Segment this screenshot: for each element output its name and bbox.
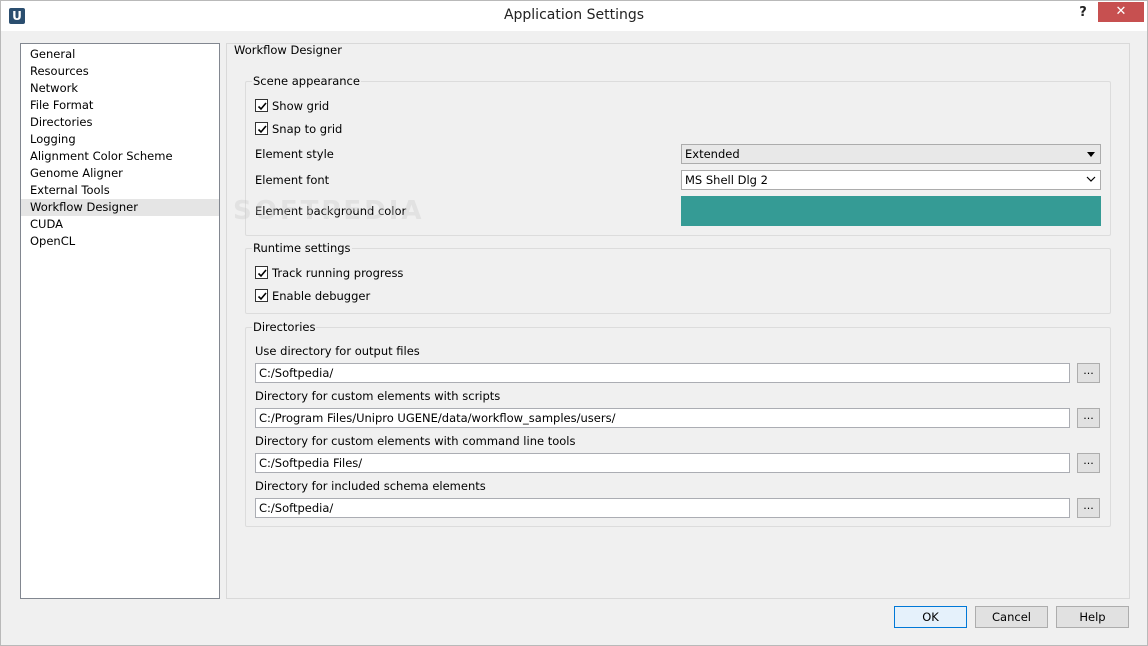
scripts-dir-input[interactable]: C:/Program Files/Unipro UGENE/data/workf… (255, 408, 1070, 428)
help-button[interactable]: Help (1056, 606, 1129, 628)
chevron-down-icon (1086, 174, 1096, 188)
output-dir-input[interactable]: C:/Softpedia/ (255, 363, 1070, 383)
element-font-select[interactable]: MS Shell Dlg 2 (681, 170, 1101, 190)
nav-item-network[interactable]: Network (21, 80, 219, 97)
panel-title: Workflow Designer (234, 43, 342, 57)
output-dir-browse-button[interactable]: ... (1077, 363, 1100, 383)
nav-item-logging[interactable]: Logging (21, 131, 219, 148)
show-grid-label: Show grid (272, 99, 330, 113)
help-icon[interactable]: ? (1073, 3, 1093, 23)
nav-item-external-tools[interactable]: External Tools (21, 182, 219, 199)
scripts-dir-browse-button[interactable]: ... (1077, 408, 1100, 428)
track-progress-checkbox[interactable] (255, 266, 268, 279)
cmdline-dir-browse-button[interactable]: ... (1077, 453, 1100, 473)
watermark: SOFTPEDIA (233, 196, 425, 226)
enable-debugger-row: Enable debugger (255, 288, 370, 304)
nav-item-resources[interactable]: Resources (21, 63, 219, 80)
element-font-value: MS Shell Dlg 2 (685, 173, 768, 187)
snap-to-grid-row: Snap to grid (255, 121, 342, 137)
close-button[interactable]: ✕ (1098, 2, 1144, 22)
nav-item-general[interactable]: General (21, 46, 219, 63)
schema-dir-browse-button[interactable]: ... (1077, 498, 1100, 518)
nav-item-opencl[interactable]: OpenCL (21, 233, 219, 250)
cmdline-dir-label: Directory for custom elements with comma… (255, 434, 576, 448)
schema-dir-input[interactable]: C:/Softpedia/ (255, 498, 1070, 518)
nav-item-genome-aligner[interactable]: Genome Aligner (21, 165, 219, 182)
element-style-label: Element style (255, 147, 334, 161)
enable-debugger-label: Enable debugger (272, 289, 371, 303)
element-style-select[interactable]: Extended (681, 144, 1101, 164)
nav-item-alignment-color-scheme[interactable]: Alignment Color Scheme (21, 148, 219, 165)
runtime-settings-title: Runtime settings (252, 241, 352, 255)
runtime-settings-group (245, 248, 1111, 314)
track-progress-row: Track running progress (255, 265, 403, 281)
nav-item-workflow-designer[interactable]: Workflow Designer (21, 199, 219, 216)
bg-color-swatch[interactable] (681, 196, 1101, 226)
chevron-down-icon (1087, 152, 1095, 157)
snap-to-grid-label: Snap to grid (272, 122, 343, 136)
nav-item-file-format[interactable]: File Format (21, 97, 219, 114)
window-title: Application Settings (503, 7, 645, 23)
show-grid-checkbox[interactable] (255, 99, 268, 112)
scripts-dir-label: Directory for custom elements with scrip… (255, 389, 501, 403)
track-progress-label: Track running progress (272, 266, 404, 280)
output-dir-label: Use directory for output files (255, 344, 420, 358)
cmdline-dir-input[interactable]: C:/Softpedia Files/ (255, 453, 1070, 473)
element-style-value: Extended (685, 147, 740, 161)
snap-to-grid-checkbox[interactable] (255, 122, 268, 135)
enable-debugger-checkbox[interactable] (255, 289, 268, 302)
cancel-button[interactable]: Cancel (975, 606, 1048, 628)
directories-title: Directories (252, 320, 317, 334)
settings-category-list: General Resources Network File Format Di… (20, 43, 220, 599)
settings-window: U Application Settings ? ✕ General Resou… (0, 0, 1148, 646)
nav-item-cuda[interactable]: CUDA (21, 216, 219, 233)
nav-item-directories[interactable]: Directories (21, 114, 219, 131)
title-bar: U Application Settings ? ✕ (1, 1, 1147, 31)
schema-dir-label: Directory for included schema elements (255, 479, 486, 493)
scene-appearance-title: Scene appearance (252, 74, 361, 88)
ok-button[interactable]: OK (894, 606, 967, 628)
element-font-label: Element font (255, 173, 330, 187)
show-grid-row: Show grid (255, 98, 329, 114)
